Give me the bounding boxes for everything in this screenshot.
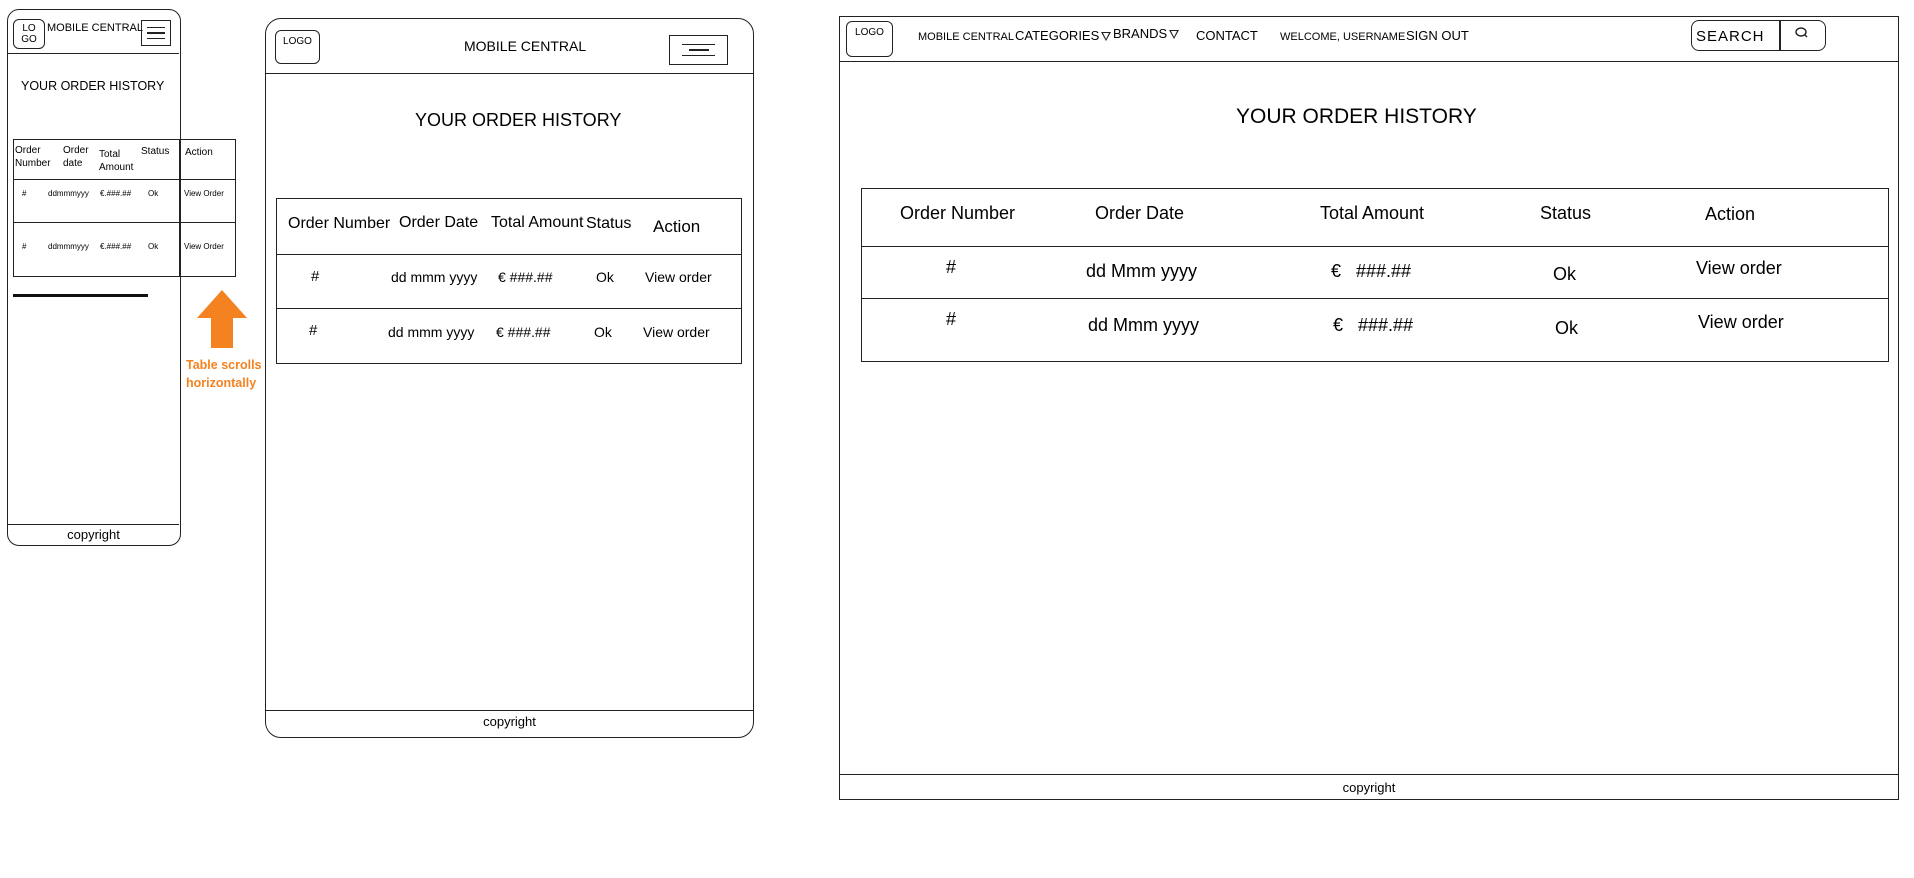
desktop-th-total-amount: Total Amount xyxy=(1320,203,1425,223)
mobile-footer-divider xyxy=(8,524,179,526)
dropdown-triangle-icon xyxy=(1169,30,1180,40)
mobile-footer-copyright: copyright xyxy=(67,527,120,542)
tablet-page-title: YOUR ORDER HISTORY xyxy=(415,110,622,130)
mobile-row-divider xyxy=(13,222,236,224)
tablet-menu-icon[interactable] xyxy=(669,35,728,65)
mobile-page-title: YOUR ORDER HISTORY xyxy=(21,79,165,93)
tablet-cell-status: Ok xyxy=(594,324,612,340)
tablet-footer-copyright: copyright xyxy=(483,714,536,729)
mobile-cell-order-date: ddmmmyyy xyxy=(48,242,89,251)
mobile-cell-order-number: # xyxy=(22,242,27,251)
mobile-cell-total-amount: €.###.## xyxy=(100,242,132,251)
nav-brands[interactable]: BRANDS xyxy=(1113,26,1180,41)
desktop-cell-order-number: # xyxy=(946,309,957,329)
nav-brand[interactable]: MOBILE CENTRAL xyxy=(918,31,1014,43)
scroll-annotation: Table scrolls horizontally xyxy=(186,358,262,390)
tablet-cell-order-date: dd mmm yyyy xyxy=(388,324,475,340)
tablet-cell-order-number: # xyxy=(311,268,320,285)
nav-categories-label: CATEGORIES xyxy=(1015,28,1100,43)
desktop-row-divider xyxy=(861,298,1889,300)
desktop-view-order-link[interactable]: View order xyxy=(1698,312,1784,333)
search-icon[interactable] xyxy=(1794,26,1810,40)
mobile-brand: MOBILE CENTRAL xyxy=(47,22,143,34)
tablet-cell-total-amount: € ###.## xyxy=(498,269,553,285)
desktop-cell-total-amount: € ###.## xyxy=(1333,315,1414,335)
tablet-cell-total-amount: € ###.## xyxy=(496,324,551,340)
desktop-th-status: Status xyxy=(1540,203,1592,223)
desktop-wireframe xyxy=(839,16,1899,800)
tablet-row-divider xyxy=(276,308,742,310)
mobile-scrollbar[interactable] xyxy=(13,294,148,297)
dropdown-triangle-icon xyxy=(1101,32,1112,42)
tablet-cell-status: Ok xyxy=(596,269,614,285)
desktop-cell-status: Ok xyxy=(1555,318,1579,338)
desktop-th-action: Action xyxy=(1705,204,1756,224)
tablet-view-order-link[interactable]: View order xyxy=(643,324,710,340)
desktop-cell-order-date: dd Mmm yyyy xyxy=(1088,315,1200,335)
mobile-row-divider xyxy=(13,179,236,181)
desktop-th-order-date: Order Date xyxy=(1095,203,1185,223)
desktop-footer-divider xyxy=(840,774,1898,776)
mobile-cell-total-amount: €.###.## xyxy=(100,189,132,198)
mobile-th-order-number: Order Number xyxy=(15,145,51,169)
tablet-logo[interactable]: LOGO xyxy=(275,30,320,64)
mobile-th-total-amount: Total Amount xyxy=(99,149,134,173)
mobile-cell-order-number: # xyxy=(22,189,27,198)
search-divider xyxy=(1779,21,1781,50)
desktop-header-divider xyxy=(840,61,1898,63)
mobile-viewport-edge xyxy=(179,139,181,277)
nav-categories[interactable]: CATEGORIES xyxy=(1015,28,1112,43)
tablet-header-divider xyxy=(266,73,753,75)
mobile-th-order-date: Order date xyxy=(63,145,89,169)
desktop-th-order-number: Order Number xyxy=(900,203,1016,223)
mobile-cell-status: Ok xyxy=(148,189,159,198)
arrow-up-icon xyxy=(197,290,247,348)
desktop-cell-order-date: dd Mmm yyyy xyxy=(1086,261,1198,281)
tablet-th-action: Action xyxy=(653,217,701,236)
mobile-th-status: Status xyxy=(141,146,170,157)
mobile-menu-icon[interactable] xyxy=(141,20,171,46)
desktop-cell-status: Ok xyxy=(1553,264,1577,284)
desktop-row-divider xyxy=(861,246,1889,248)
desktop-logo[interactable]: LOGO xyxy=(846,21,893,57)
nav-contact[interactable]: CONTACT xyxy=(1196,28,1258,43)
tablet-th-order-date: Order Date xyxy=(399,214,479,231)
tablet-th-status: Status xyxy=(586,215,632,232)
nav-signout[interactable]: SIGN OUT xyxy=(1406,28,1469,43)
mobile-view-order-link[interactable]: View Order xyxy=(184,189,224,198)
nav-brands-label: BRANDS xyxy=(1113,26,1168,41)
tablet-view-order-link[interactable]: View order xyxy=(645,269,712,285)
desktop-footer-copyright: copyright xyxy=(1342,780,1396,795)
mobile-header-divider xyxy=(8,53,179,55)
mobile-cell-order-date: ddmmmyyy xyxy=(48,189,89,198)
tablet-th-total-amount: Total Amount xyxy=(491,214,584,231)
mobile-cell-status: Ok xyxy=(148,242,159,251)
mobile-th-action: Action xyxy=(185,147,213,158)
tablet-brand: MOBILE CENTRAL xyxy=(464,38,587,54)
mobile-view-order-link[interactable]: View Order xyxy=(184,242,224,251)
desktop-view-order-link[interactable]: View order xyxy=(1696,258,1782,279)
tablet-cell-order-date: dd mmm yyyy xyxy=(391,269,478,285)
tablet-th-order-number: Order Number xyxy=(288,215,391,232)
desktop-cell-order-number: # xyxy=(946,257,957,277)
tablet-row-divider xyxy=(276,254,742,256)
nav-welcome: WELCOME, USERNAME xyxy=(1280,31,1406,43)
tablet-cell-order-number: # xyxy=(309,322,318,339)
desktop-page-title: YOUR ORDER HISTORY xyxy=(1236,105,1477,128)
search-input[interactable]: SEARCH xyxy=(1696,28,1765,45)
mobile-logo[interactable]: LO GO xyxy=(13,19,45,49)
desktop-cell-total-amount: € ###.## xyxy=(1331,261,1412,281)
tablet-footer-divider xyxy=(266,710,753,712)
